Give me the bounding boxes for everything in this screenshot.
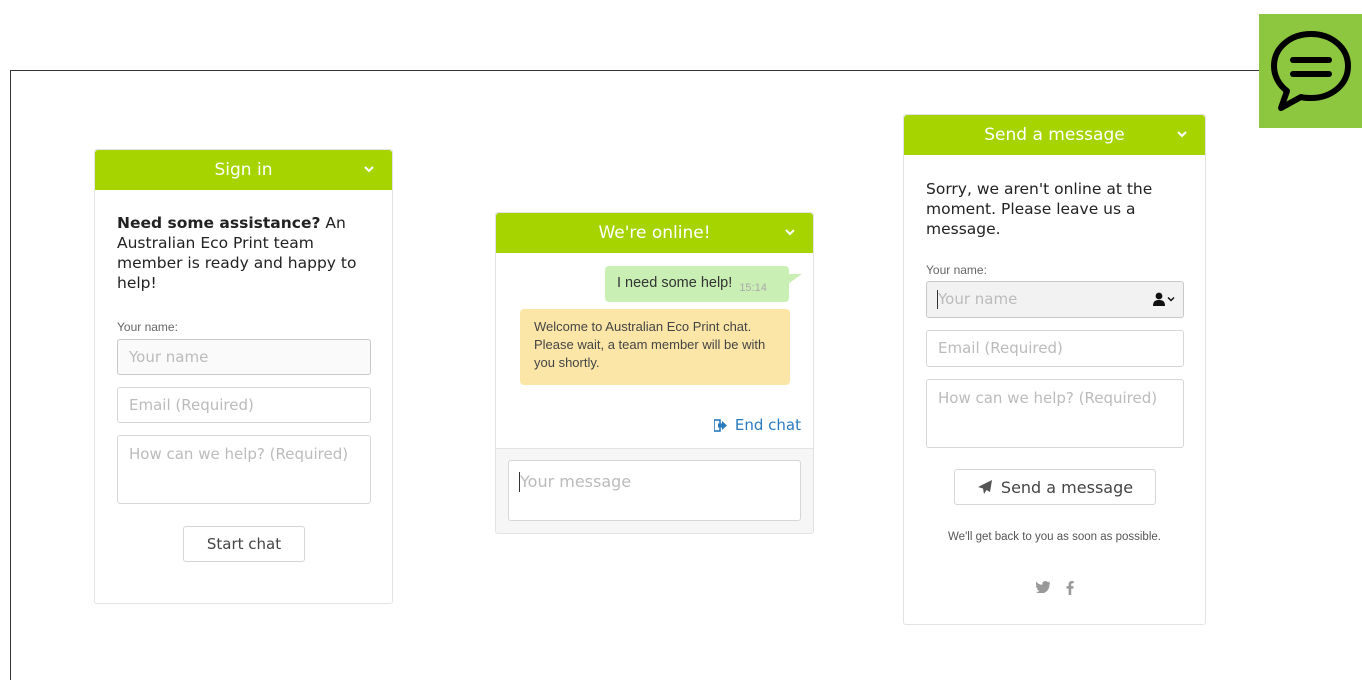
send-message-button[interactable]: Send a message bbox=[954, 469, 1156, 505]
offline-email-input[interactable]: Email (Required) bbox=[926, 330, 1184, 367]
chat-launcher-button[interactable] bbox=[1259, 14, 1362, 128]
signin-header-title: Sign in bbox=[214, 160, 273, 180]
user-icon bbox=[1153, 292, 1165, 306]
offline-name-label: Your name: bbox=[926, 263, 987, 277]
bubble-tail bbox=[788, 274, 802, 284]
chevron-down-icon[interactable] bbox=[362, 162, 376, 176]
signin-panel: Sign in Need some assistance? An Austral… bbox=[94, 149, 393, 604]
chat-bubble-icon bbox=[1270, 31, 1351, 111]
user-message-time: 15:14 bbox=[739, 282, 767, 294]
signin-email-placeholder: Email (Required) bbox=[129, 396, 254, 414]
online-header-title: We're online! bbox=[598, 223, 711, 243]
start-chat-label: Start chat bbox=[206, 535, 282, 553]
facebook-icon[interactable] bbox=[1066, 581, 1074, 595]
offline-intro: Sorry, we aren't online at the moment. P… bbox=[926, 180, 1153, 238]
end-chat-label: End chat bbox=[734, 416, 801, 434]
start-chat-button[interactable]: Start chat bbox=[183, 526, 305, 562]
chevron-down-icon bbox=[1167, 296, 1175, 302]
chat-message-placeholder: Your message bbox=[520, 472, 632, 491]
user-dropdown[interactable] bbox=[1153, 292, 1175, 306]
agent-message-bubble: Welcome to Australian Eco Print chat. Pl… bbox=[520, 309, 790, 385]
end-chat-link[interactable]: End chat bbox=[713, 416, 801, 434]
offline-name-input[interactable]: Your name bbox=[926, 281, 1184, 318]
sign-out-icon bbox=[713, 418, 727, 432]
online-header[interactable]: We're online! bbox=[496, 213, 813, 253]
offline-panel: Send a message Sorry, we aren't online a… bbox=[903, 114, 1206, 625]
send-message-label: Send a message bbox=[1000, 477, 1134, 497]
offline-header[interactable]: Send a message bbox=[904, 115, 1205, 155]
offline-help-placeholder: How can we help? (Required) bbox=[938, 389, 1158, 407]
paper-plane-icon bbox=[977, 480, 992, 494]
agent-message-text: Welcome to Australian Eco Print chat. Pl… bbox=[534, 319, 766, 370]
signin-name-placeholder: Your name bbox=[129, 348, 209, 366]
signin-name-input[interactable]: Your name bbox=[117, 339, 371, 375]
offline-help-textarea[interactable]: How can we help? (Required) bbox=[926, 379, 1184, 448]
signin-name-label: Your name: bbox=[117, 320, 178, 334]
user-message-text: I need some help! bbox=[617, 275, 733, 291]
signin-help-textarea[interactable]: How can we help? (Required) bbox=[117, 435, 371, 504]
offline-email-placeholder: Email (Required) bbox=[938, 339, 1063, 357]
signin-help-placeholder: How can we help? (Required) bbox=[129, 445, 349, 463]
signin-intro: Need some assistance? An Australian Eco … bbox=[117, 213, 377, 293]
signin-intro-bold: Need some assistance? bbox=[117, 214, 321, 232]
offline-footer-note: We'll get back to you as soon as possibl… bbox=[948, 531, 1161, 543]
user-message-bubble: I need some help! 15:14 bbox=[605, 266, 789, 302]
chevron-down-icon[interactable] bbox=[1175, 127, 1189, 141]
chat-messages-area: I need some help! 15:14 Welcome to Austr… bbox=[496, 253, 813, 449]
online-chat-panel: We're online! I need some help! 15:14 We… bbox=[495, 212, 814, 534]
twitter-icon[interactable] bbox=[1035, 581, 1050, 593]
chat-message-input[interactable]: Your message bbox=[508, 460, 801, 521]
offline-name-placeholder: Your name bbox=[938, 290, 1018, 308]
offline-header-title: Send a message bbox=[984, 125, 1125, 145]
signin-email-input[interactable]: Email (Required) bbox=[117, 387, 371, 423]
chevron-down-icon[interactable] bbox=[783, 225, 797, 239]
social-links bbox=[904, 581, 1205, 595]
signin-header[interactable]: Sign in bbox=[95, 150, 392, 190]
